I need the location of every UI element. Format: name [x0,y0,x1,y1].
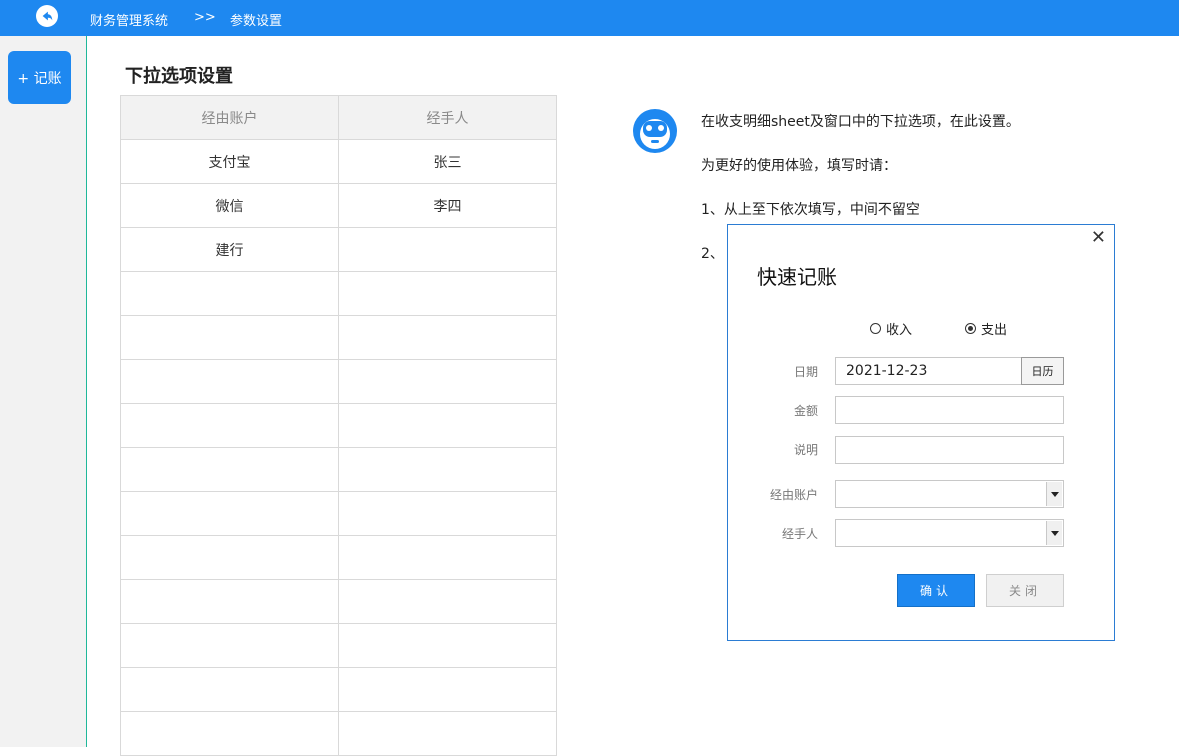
radio-expense[interactable]: 支出 [965,319,1007,338]
table-cell-account[interactable] [120,491,339,536]
table-cell-account[interactable] [120,403,339,448]
table-cell-account[interactable]: 建行 [120,227,339,272]
table-cell-account[interactable] [120,447,339,492]
table-row [120,359,557,404]
note-label: 说明 [793,443,818,457]
table-row [120,579,557,624]
table-cell-account[interactable] [120,579,339,624]
info-text-line-1: 在收支明细sheet及窗口中的下拉选项，在此设置。 [701,114,1020,130]
table-cell-handler[interactable] [338,227,557,272]
table-cell-handler[interactable] [338,403,557,448]
table-cell-account[interactable] [120,315,339,360]
table-cell-handler[interactable]: 李四 [338,183,557,228]
confirm-button[interactable]: 确认 [897,574,975,607]
table-cell-handler[interactable] [338,535,557,580]
radio-expense-indicator[interactable] [965,323,976,334]
table-cell-handler[interactable]: 张三 [338,139,557,184]
table-cell-handler[interactable] [338,623,557,668]
dropdown-options-table: 经由账户 经手人 支付宝 张三 微信 李四 建行 [120,95,557,756]
info-text-line-4: 2、 [701,246,724,262]
handler-select[interactable] [835,519,1064,547]
page-title: 下拉选项设置 [125,66,233,87]
chevron-down-icon[interactable] [1046,521,1062,545]
table-cell-account[interactable] [120,535,339,580]
table-cell-handler[interactable] [338,359,557,404]
table-row [120,535,557,580]
column-header-account: 经由账户 [120,95,339,140]
radio-income[interactable]: 收入 [870,319,912,338]
table-cell-handler[interactable] [338,491,557,536]
top-bar: 财务管理系统 >> 参数设置 [0,0,1179,36]
table-row [120,667,557,712]
robot-assistant-icon [633,109,677,153]
handler-label: 经手人 [781,527,818,541]
radio-income-label: 收入 [886,323,913,338]
chevron-down-icon[interactable] [1046,482,1062,506]
table-cell-handler[interactable] [338,711,557,756]
table-row [120,491,557,536]
table-row [120,271,557,316]
date-field[interactable]: 2021-12-23 [835,357,1022,385]
breadcrumb-current-page: 参数设置 [230,14,283,29]
table-row [120,447,557,492]
back-home-icon[interactable] [36,5,58,27]
account-select[interactable] [835,480,1064,508]
table-cell-account[interactable] [120,359,339,404]
table-row: 建行 [120,227,557,272]
breadcrumb-system[interactable]: 财务管理系统 [90,10,168,29]
note-field[interactable] [835,436,1064,464]
breadcrumb-separator: >> [194,10,216,25]
table-cell-account[interactable]: 支付宝 [120,139,339,184]
table-cell-account[interactable] [120,667,339,712]
calendar-button[interactable]: 日历 [1021,357,1064,385]
table-cell-handler[interactable] [338,667,557,712]
table-cell-account[interactable] [120,271,339,316]
quick-record-dialog: ✕ 快速记账 收入 支出 日期 2021-12-23 日历 金额 说明 经由账户… [727,224,1115,641]
radio-income-indicator[interactable] [870,323,881,334]
table-header-row: 经由账户 经手人 [120,95,557,140]
table-cell-handler[interactable] [338,271,557,316]
date-label: 日期 [793,365,818,379]
account-label: 经由账户 [769,488,818,502]
close-icon[interactable]: ✕ [1091,229,1106,247]
amount-field[interactable] [835,396,1064,424]
quick-record-button[interactable]: + 记账 [8,51,71,104]
table-row: 微信 李四 [120,183,557,228]
table-cell-handler[interactable] [338,579,557,624]
table-row [120,711,557,756]
dialog-title: 快速记账 [757,265,837,289]
table-cell-handler[interactable] [338,315,557,360]
left-sidebar: + 记账 [0,36,87,747]
table-cell-account[interactable]: 微信 [120,183,339,228]
info-text-line-2: 为更好的使用体验，填写时请： [701,158,897,174]
column-header-handler: 经手人 [338,95,557,140]
table-row [120,315,557,360]
table-row [120,403,557,448]
table-row: 支付宝 张三 [120,139,557,184]
table-row [120,623,557,668]
table-cell-handler[interactable] [338,447,557,492]
table-cell-account[interactable] [120,623,339,668]
table-cell-account[interactable] [120,711,339,756]
amount-label: 金额 [793,404,818,418]
close-button[interactable]: 关闭 [986,574,1064,607]
info-text-line-3: 1、从上至下依次填写，中间不留空 [701,202,920,218]
radio-expense-label: 支出 [981,323,1008,338]
